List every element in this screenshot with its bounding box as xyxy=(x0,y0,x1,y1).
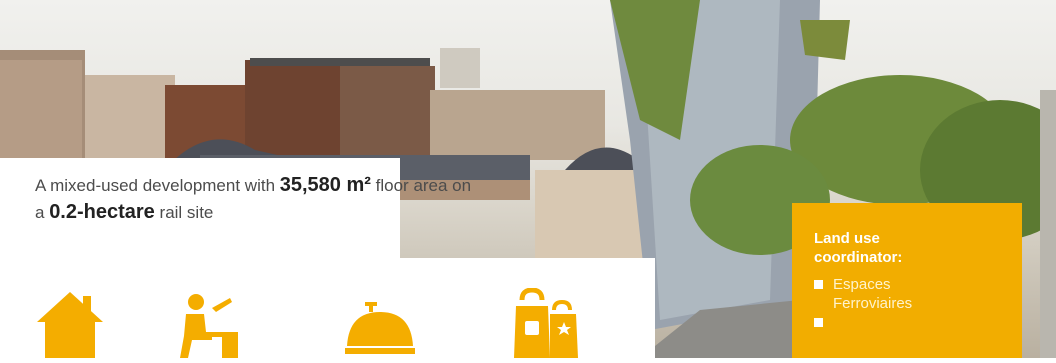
summary-suffix: rail site xyxy=(154,203,214,222)
square-bullet-icon xyxy=(814,280,823,289)
land-use-coordinator-box: Land use coordinator: Espaces Ferroviair… xyxy=(792,203,1022,358)
home-icon xyxy=(35,288,105,358)
square-bullet-icon xyxy=(814,318,823,327)
coordinator-item-label: Espaces Ferroviaires xyxy=(833,276,913,312)
coordinator-item: Espaces Ferroviaires xyxy=(814,275,1022,313)
site-size-value: 0.2-hectare xyxy=(49,201,155,223)
coordinator-item-cropped xyxy=(814,313,1022,327)
coordinator-title: Land use coordinator: xyxy=(814,230,903,266)
office-desk-icon xyxy=(170,288,240,358)
floor-area-value: 35,580 m² xyxy=(279,174,371,196)
project-summary: A mixed-used development with 35,580 m² … xyxy=(35,172,475,226)
service-bell-icon xyxy=(345,288,415,358)
summary-prefix: A mixed-used development with xyxy=(35,176,280,195)
coordinator-list: Espaces Ferroviaires xyxy=(814,275,1022,327)
shopping-bags-icon xyxy=(512,287,582,358)
